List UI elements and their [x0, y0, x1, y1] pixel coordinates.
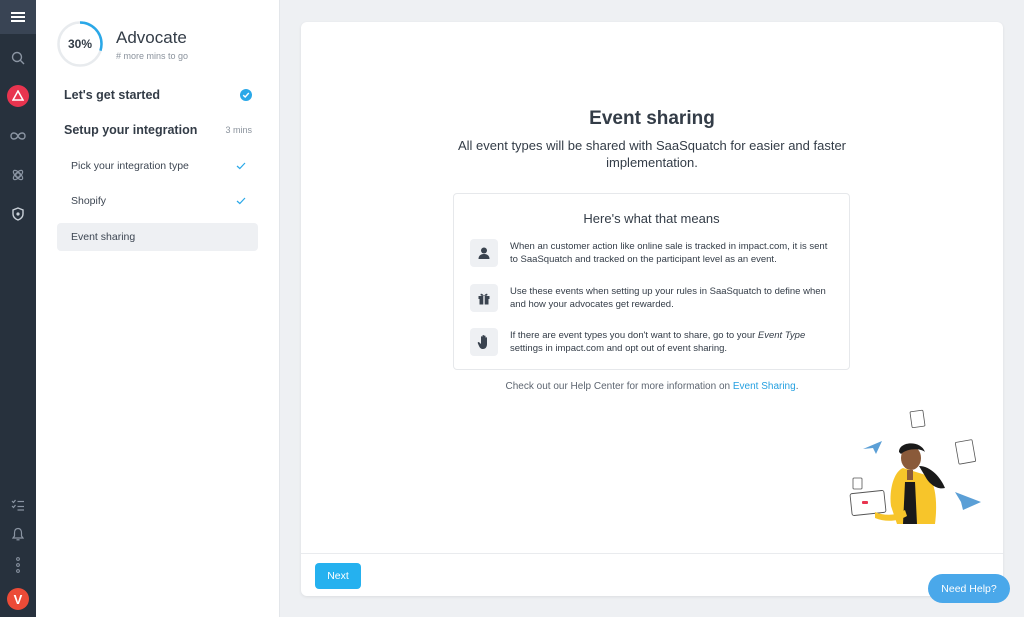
icon-rail: V — [0, 0, 36, 617]
explanation-text-part: settings in impact.com and opt out of ev… — [510, 343, 728, 354]
checklist-icon[interactable] — [0, 491, 36, 519]
explanation-title: Here's what that means — [583, 211, 720, 226]
hand-icon — [470, 328, 498, 356]
menu-icon[interactable] — [0, 0, 36, 34]
help-text-end: . — [795, 381, 799, 392]
woman-laptop-illustration — [849, 409, 981, 524]
program-title: Advocate — [116, 28, 187, 47]
help-center-note: Check out our Help Center for more infor… — [301, 381, 1003, 392]
explanation-item: When an customer action like online sale… — [470, 239, 836, 267]
event-sharing-link[interactable]: Event Sharing — [733, 381, 796, 392]
card-footer: Next — [301, 553, 1003, 596]
step-time: 3 mins — [225, 125, 252, 135]
brand-icon[interactable] — [0, 82, 36, 110]
step-label: Setup your integration — [64, 123, 198, 137]
explanation-item: If there are event types you don't want … — [470, 328, 836, 356]
progress-percent: 30% — [67, 37, 93, 51]
check-icon — [236, 162, 246, 170]
next-button[interactable]: Next — [315, 563, 361, 589]
onboarding-panel: 30% Advocate # more mins to go Let's get… — [36, 0, 280, 617]
bell-icon[interactable] — [0, 520, 36, 548]
check-icon — [236, 197, 246, 205]
infinity-icon[interactable] — [0, 122, 36, 150]
gift-icon — [470, 284, 498, 312]
step-setup-integration[interactable]: Setup your integration 3 mins — [64, 123, 252, 137]
page-title: Event sharing — [589, 108, 715, 129]
substep-label: Shopify — [71, 195, 107, 207]
explanation-text: If there are event types you don't want … — [510, 328, 836, 355]
substep-event-sharing[interactable]: Event sharing — [57, 223, 258, 251]
avatar[interactable]: V — [7, 588, 29, 610]
substep-label: Pick your integration type — [71, 160, 189, 172]
explanation-text: Use these events when setting up your ru… — [510, 286, 826, 310]
event-type-emphasis: Event Type — [757, 330, 806, 341]
step-label: Let's get started — [64, 88, 161, 102]
step-get-started[interactable]: Let's get started — [64, 88, 252, 102]
help-text: Check out our Help Center for more infor… — [505, 381, 733, 392]
integrations-icon[interactable] — [0, 161, 36, 189]
need-help-button[interactable]: Need Help? — [928, 574, 1010, 603]
explanation-text-part: If there are event types you don't want … — [510, 330, 758, 341]
explanation-text: When an customer action like online sale… — [510, 241, 828, 265]
search-icon[interactable] — [0, 44, 36, 72]
user-icon — [470, 239, 498, 267]
more-icon[interactable] — [0, 551, 36, 579]
substep-pick-integration-type[interactable]: Pick your integration type — [57, 152, 258, 180]
page-subtitle: All event types will be shared with SaaS… — [457, 138, 847, 170]
shield-icon[interactable] — [0, 200, 36, 228]
content-card: Event sharing All event types will be sh… — [301, 22, 1003, 596]
substep-label: Event sharing — [71, 231, 136, 243]
explanation-item: Use these events when setting up your ru… — [470, 284, 836, 312]
substep-shopify[interactable]: Shopify — [57, 187, 258, 215]
program-subtitle: # more mins to go — [116, 51, 189, 61]
explanation-box: Here's what that means When an customer … — [453, 193, 850, 370]
check-circle-icon — [240, 89, 252, 101]
